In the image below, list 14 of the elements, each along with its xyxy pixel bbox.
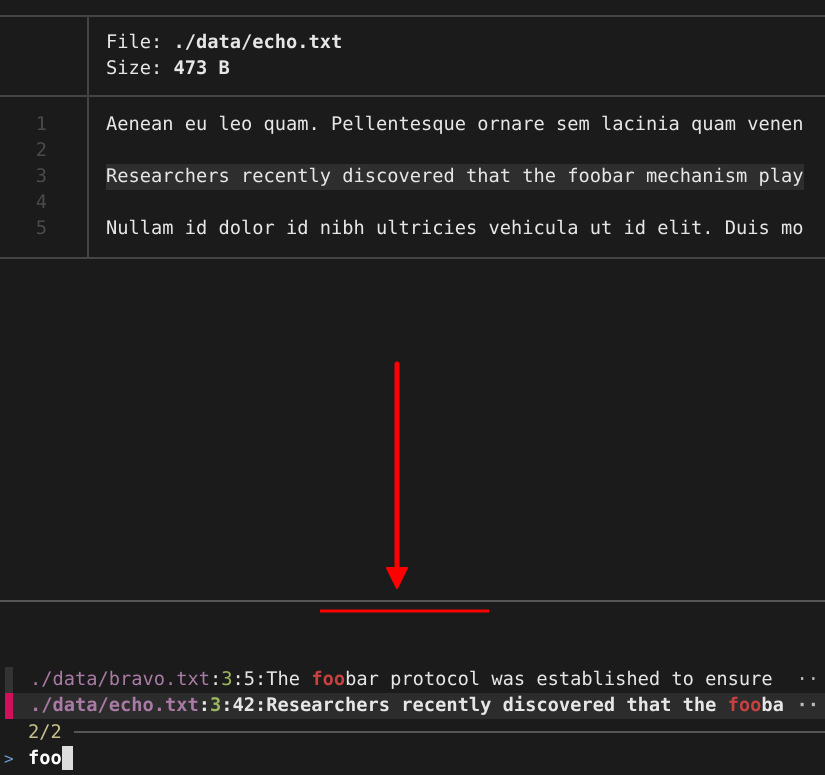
truncation-mark: ·· — [796, 668, 820, 692]
file-info-text: Size: 473 B — [106, 57, 231, 81]
text-cursor — [62, 746, 73, 770]
match-count: 2/2 — [28, 722, 62, 742]
prompt-symbol: > — [4, 748, 15, 768]
file-info-text: File: ./data/echo.txt — [106, 31, 344, 55]
result-row[interactable]: ./data/bravo.txt:3:5:The foobar protocol was established to ensure ·· — [5, 667, 825, 693]
code-line: Aenean eu leo quam. Pellentesque ornare sem lacinia quam venen — [106, 113, 804, 137]
truncation-mark: ·· — [796, 694, 820, 718]
result-text: ./data/bravo.txt:3:5:The foobar protocol was established to ensure — [29, 668, 774, 692]
code-line: Nullam id dolor id nibh ultricies vehicula ut id elit. Duis mo — [106, 217, 804, 241]
query-input[interactable]: foo — [28, 746, 73, 770]
result-row[interactable]: ./data/echo.txt:3:42:Researchers recently discovered that the fooba ·· — [5, 693, 825, 719]
result-text: ./data/echo.txt:3:42:Researchers recently discovered that the fooba — [29, 694, 785, 718]
